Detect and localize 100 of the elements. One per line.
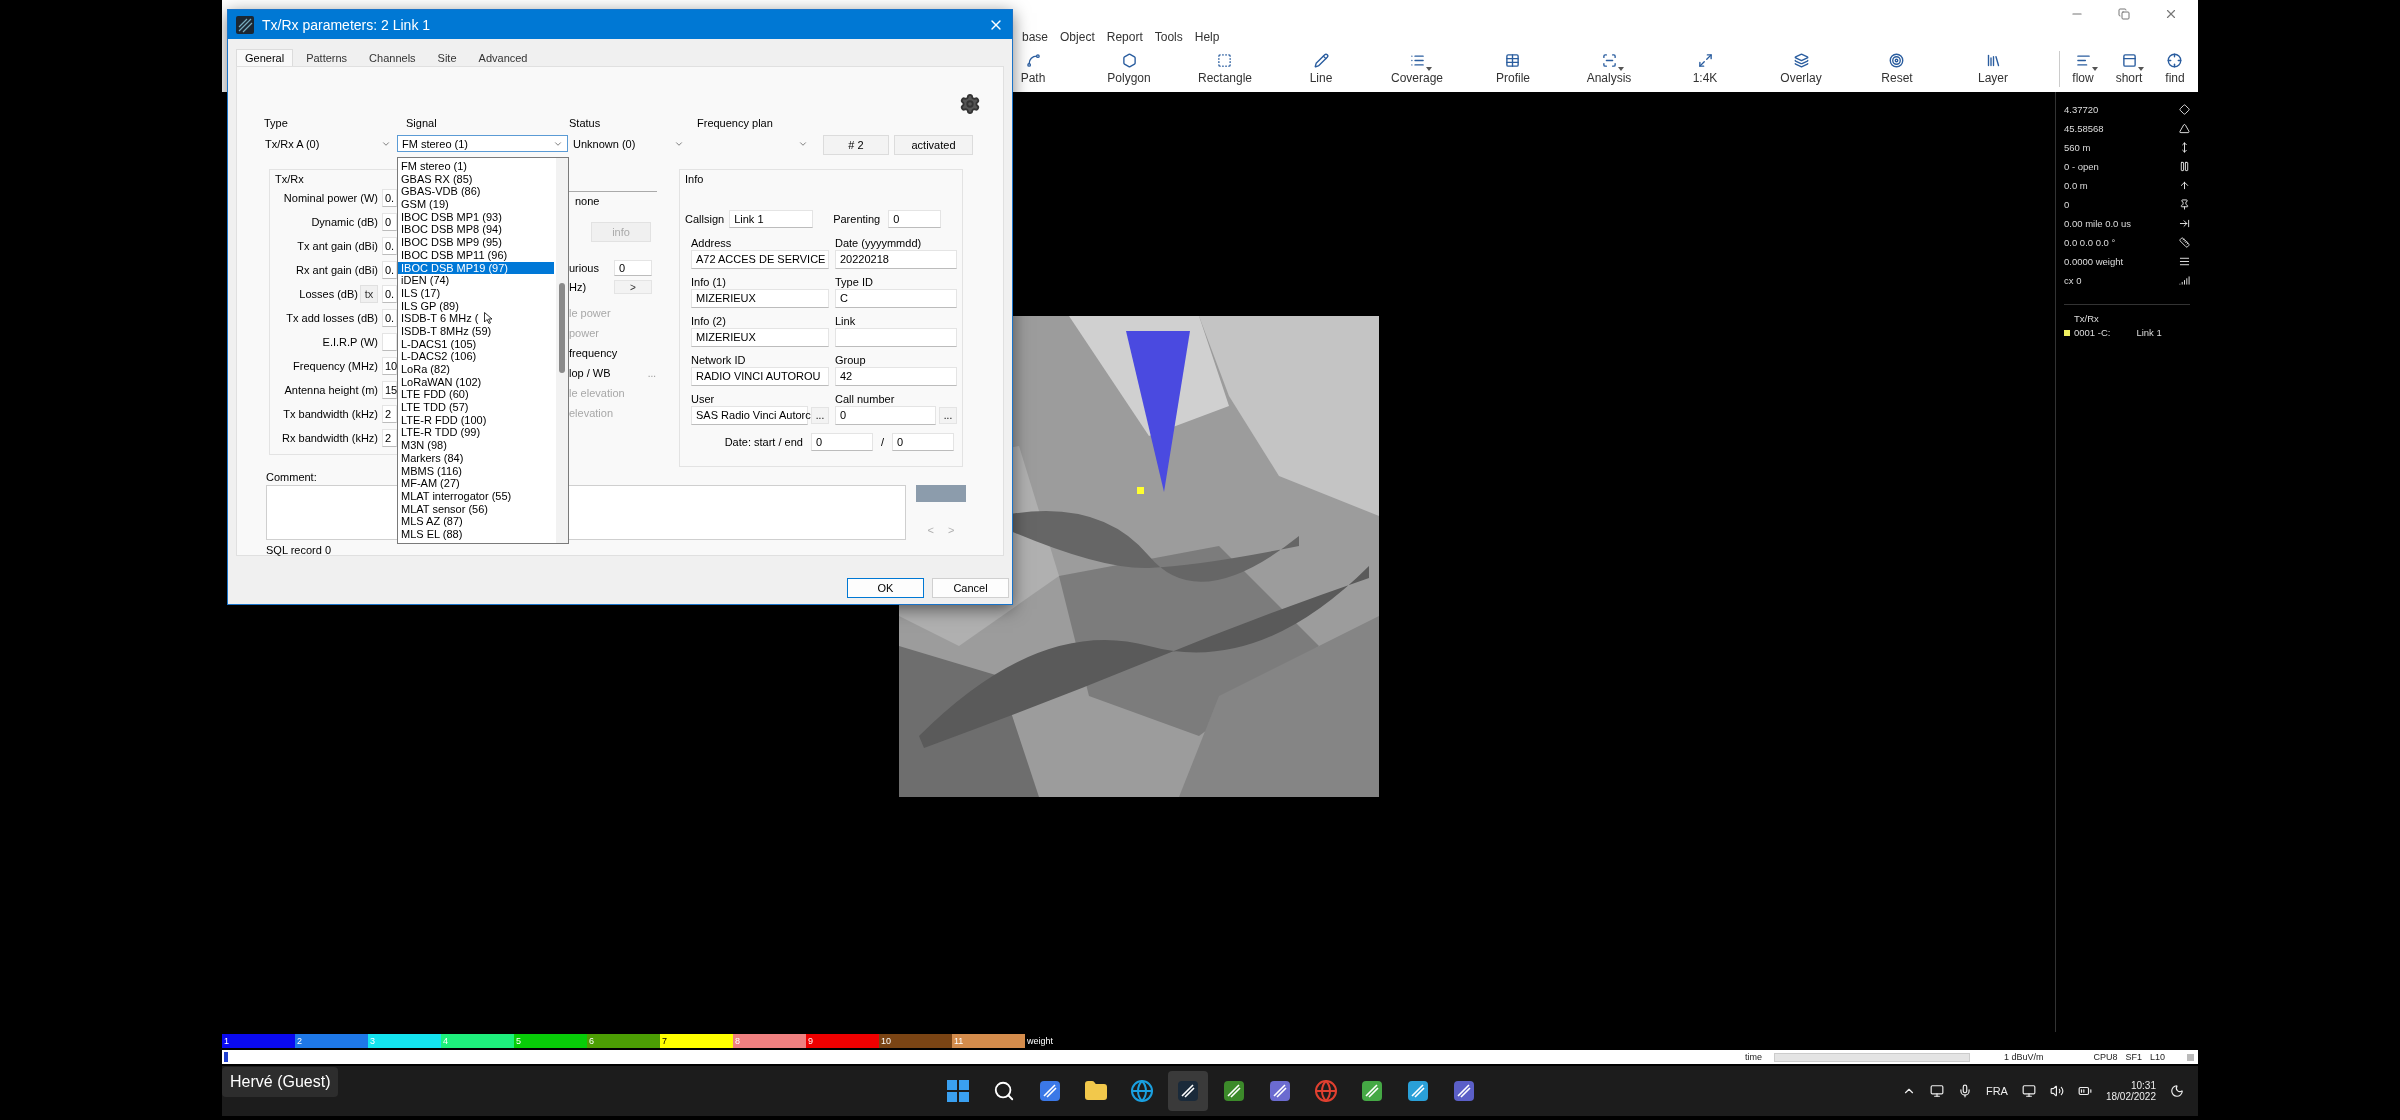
input-field[interactable]: 2 bbox=[382, 429, 397, 447]
dropdown-option[interactable]: LoRaWAN (102) bbox=[398, 375, 554, 389]
input-field[interactable]: 0. bbox=[382, 285, 397, 303]
input-field[interactable]: 0 bbox=[888, 210, 942, 228]
app-icon[interactable] bbox=[1406, 1079, 1430, 1103]
toolbar-button[interactable]: 1:4K bbox=[1689, 51, 1721, 87]
dropdown-option[interactable]: M3N (98) bbox=[398, 439, 554, 452]
input-field[interactable]: Link 1 bbox=[729, 210, 814, 228]
dropdown-option[interactable]: ILS GP (89) bbox=[398, 299, 554, 313]
input-field[interactable]: 0. bbox=[382, 237, 397, 255]
menu-item[interactable]: Object bbox=[1060, 30, 1095, 44]
dropdown-option[interactable]: L-DACS1 (105) bbox=[398, 337, 554, 351]
folder-icon[interactable] bbox=[1084, 1079, 1108, 1103]
type-dropdown[interactable]: Tx/Rx A (0) bbox=[260, 135, 396, 152]
input-field[interactable]: MIZERIEUX bbox=[691, 289, 829, 308]
menu-item[interactable]: Report bbox=[1106, 30, 1143, 44]
dropdown-option[interactable]: ILS (17) bbox=[398, 286, 554, 300]
settings-icon[interactable] bbox=[959, 93, 981, 115]
input-field[interactable]: A72 ACCES DE SERVICE bbox=[691, 250, 829, 269]
toolbar-button[interactable]: Profile bbox=[1493, 51, 1533, 87]
dropdown-option[interactable]: MLS AZ (87) bbox=[398, 515, 554, 528]
menu-item[interactable]: base bbox=[1022, 30, 1049, 44]
start-icon[interactable] bbox=[946, 1079, 970, 1103]
input-field[interactable]: C bbox=[835, 289, 957, 308]
input-field[interactable]: 10 bbox=[382, 357, 397, 375]
speaker-icon[interactable] bbox=[2049, 1084, 2064, 1098]
dropdown-option[interactable]: ISDB-T 6 MHz ( bbox=[398, 312, 554, 325]
tab[interactable]: Site bbox=[428, 49, 466, 66]
dropdown-option[interactable]: GSM (19) bbox=[398, 198, 554, 211]
app-icon[interactable] bbox=[1038, 1079, 1062, 1103]
dropdown-option[interactable]: IBOC DSB MP11 (96) bbox=[398, 248, 554, 262]
browse-button[interactable]: ... bbox=[939, 407, 957, 424]
dialog-button[interactable]: OK bbox=[847, 578, 924, 598]
dropdown-option[interactable]: FM stereo (1) bbox=[398, 160, 554, 173]
toolbar-button[interactable]: flow bbox=[2069, 51, 2097, 87]
monitor-icon[interactable] bbox=[2021, 1084, 2036, 1098]
dropdown-option[interactable]: LoRa (82) bbox=[398, 363, 554, 376]
dropdown-option[interactable]: MLAT interrogator (55) bbox=[398, 489, 554, 503]
dropdown-option[interactable]: LTE-R TDD (99) bbox=[398, 426, 554, 440]
input-field[interactable]: 0 bbox=[892, 433, 954, 451]
status-dropdown[interactable]: Unknown (0) bbox=[568, 135, 689, 152]
menu-item[interactable]: Help bbox=[1194, 30, 1220, 44]
input-field[interactable]: 0 bbox=[810, 433, 873, 451]
app-icon[interactable] bbox=[1176, 1079, 1200, 1103]
browse-button[interactable]: ... bbox=[811, 407, 829, 424]
toolbar-button[interactable]: Path bbox=[1017, 51, 1049, 87]
dropdown-option[interactable]: iDEN (74) bbox=[398, 274, 554, 287]
search-icon[interactable] bbox=[993, 1080, 1015, 1102]
dropdown-option[interactable]: MF-AM (27) bbox=[398, 477, 554, 490]
input-field[interactable]: 0 bbox=[382, 213, 397, 231]
menu-item[interactable]: Tools bbox=[1154, 30, 1183, 44]
tab[interactable]: Channels bbox=[360, 49, 425, 66]
dropdown-option[interactable]: GBAS RX (85) bbox=[398, 172, 554, 186]
restore-icon[interactable] bbox=[2118, 8, 2130, 20]
input-field[interactable] bbox=[835, 328, 957, 347]
dropdown-option[interactable]: IBOC DSB MP1 (93) bbox=[398, 210, 554, 224]
app-icon[interactable] bbox=[1360, 1079, 1384, 1103]
clock[interactable]: 10:31 18/02/2022 bbox=[2105, 1080, 2156, 1102]
dropdown-option[interactable]: LTE TDD (57) bbox=[398, 401, 554, 414]
toolbar-button[interactable]: short bbox=[2112, 51, 2146, 87]
toolbar-button[interactable]: Layer bbox=[1975, 51, 2011, 87]
dropdown-option[interactable]: MLAT sensor (56) bbox=[398, 502, 554, 516]
toolbar-button[interactable]: Rectangle bbox=[1194, 51, 1255, 87]
dropdown-option[interactable]: ISDB-T 8MHz (59) bbox=[398, 324, 554, 338]
tab[interactable]: Advanced bbox=[469, 49, 537, 66]
toolbar-button[interactable]: Reset bbox=[1878, 51, 1916, 87]
tx-button[interactable]: tx bbox=[360, 285, 378, 303]
app-icon[interactable] bbox=[1268, 1079, 1292, 1103]
input-field[interactable]: 42 bbox=[835, 367, 957, 386]
toolbar-button[interactable]: Overlay bbox=[1777, 51, 1825, 87]
input-field[interactable] bbox=[382, 333, 397, 351]
dropdown-option[interactable]: LTE FDD (60) bbox=[398, 388, 554, 402]
tab[interactable]: Patterns bbox=[297, 49, 357, 66]
dropdown-option[interactable]: IBOC DSB MP9 (95) bbox=[398, 236, 554, 249]
toolbar-button[interactable]: find bbox=[2162, 51, 2188, 87]
input-field[interactable]: 20220218 bbox=[835, 250, 957, 269]
signal-dropdown[interactable]: FM stereo (1) bbox=[397, 135, 568, 152]
input-field[interactable]: 2 bbox=[382, 405, 397, 423]
microphone-icon[interactable] bbox=[1957, 1084, 1972, 1098]
dropdown-option[interactable]: LTE-R FDD (100) bbox=[398, 413, 554, 427]
dropdown-option[interactable]: MLS EL (88) bbox=[398, 527, 554, 541]
close-icon[interactable] bbox=[2164, 7, 2178, 21]
input-field[interactable]: RADIO VINCI AUTOROU bbox=[691, 367, 829, 386]
monitor-icon[interactable] bbox=[1929, 1084, 1944, 1098]
input-field[interactable]: 0 bbox=[835, 406, 936, 425]
app-icon[interactable] bbox=[1452, 1079, 1476, 1103]
battery-icon[interactable] bbox=[2077, 1084, 2092, 1098]
tab[interactable]: General bbox=[236, 49, 294, 66]
toolbar-button[interactable]: Analysis bbox=[1583, 51, 1635, 87]
input-field[interactable]: 0 bbox=[614, 260, 652, 276]
moon-icon[interactable] bbox=[2170, 1084, 2184, 1098]
dropdown-option[interactable]: IBOC DSB MP19 (97) bbox=[398, 261, 554, 275]
app-icon[interactable] bbox=[1222, 1079, 1246, 1103]
toolbar-button[interactable]: Line bbox=[1306, 51, 1336, 87]
input-field[interactable]: 0. bbox=[382, 309, 397, 327]
dropdown-option[interactable]: IBOC DSB MP8 (94) bbox=[398, 223, 554, 237]
dropdown-option[interactable]: L-DACS2 (106) bbox=[398, 350, 554, 363]
toolbar-button[interactable]: Coverage bbox=[1388, 51, 1446, 87]
input-field[interactable]: MIZERIEUX bbox=[691, 328, 829, 347]
dialog-button[interactable]: Cancel bbox=[932, 578, 1009, 598]
